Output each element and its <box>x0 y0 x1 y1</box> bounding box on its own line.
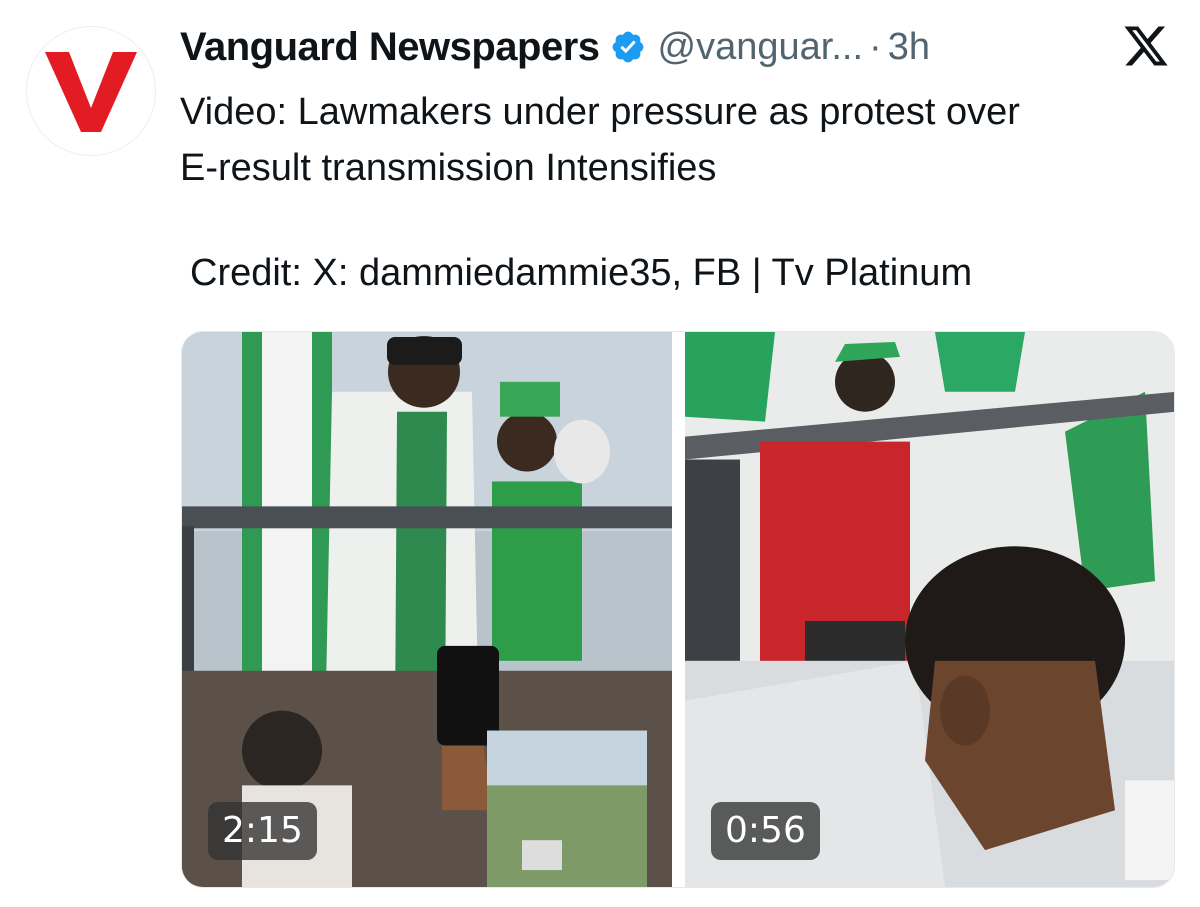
separator-dot: · <box>869 25 882 68</box>
video-thumbnail[interactable]: 0:56 <box>685 332 1174 887</box>
credit-text: Credit: X: dammiedammie35, FB | Tv Plati… <box>190 252 973 294</box>
tweet-text-line: E-result transmission Intensifies <box>180 147 717 189</box>
tweet-header: Vanguard Newspapers @vanguar... · 3h <box>180 22 1170 72</box>
tweet-text-line: Video: Lawmakers under pressure as prote… <box>180 91 1020 133</box>
video-duration: 2:15 <box>208 802 317 860</box>
display-name[interactable]: Vanguard Newspapers <box>180 25 600 70</box>
account-handle[interactable]: @vanguar... <box>658 26 863 69</box>
video-duration: 0:56 <box>711 802 820 860</box>
tweet-text: Video: Lawmakers under pressure as prote… <box>180 84 1180 196</box>
verified-badge-icon <box>610 29 646 65</box>
x-logo-icon <box>1122 22 1170 70</box>
vanguard-logo-icon <box>45 52 137 132</box>
video-thumbnail[interactable]: 2:15 <box>182 332 672 887</box>
post-time[interactable]: 3h <box>888 26 930 69</box>
media-grid: 2:15 0:56 <box>181 331 1175 888</box>
avatar[interactable] <box>26 26 156 156</box>
